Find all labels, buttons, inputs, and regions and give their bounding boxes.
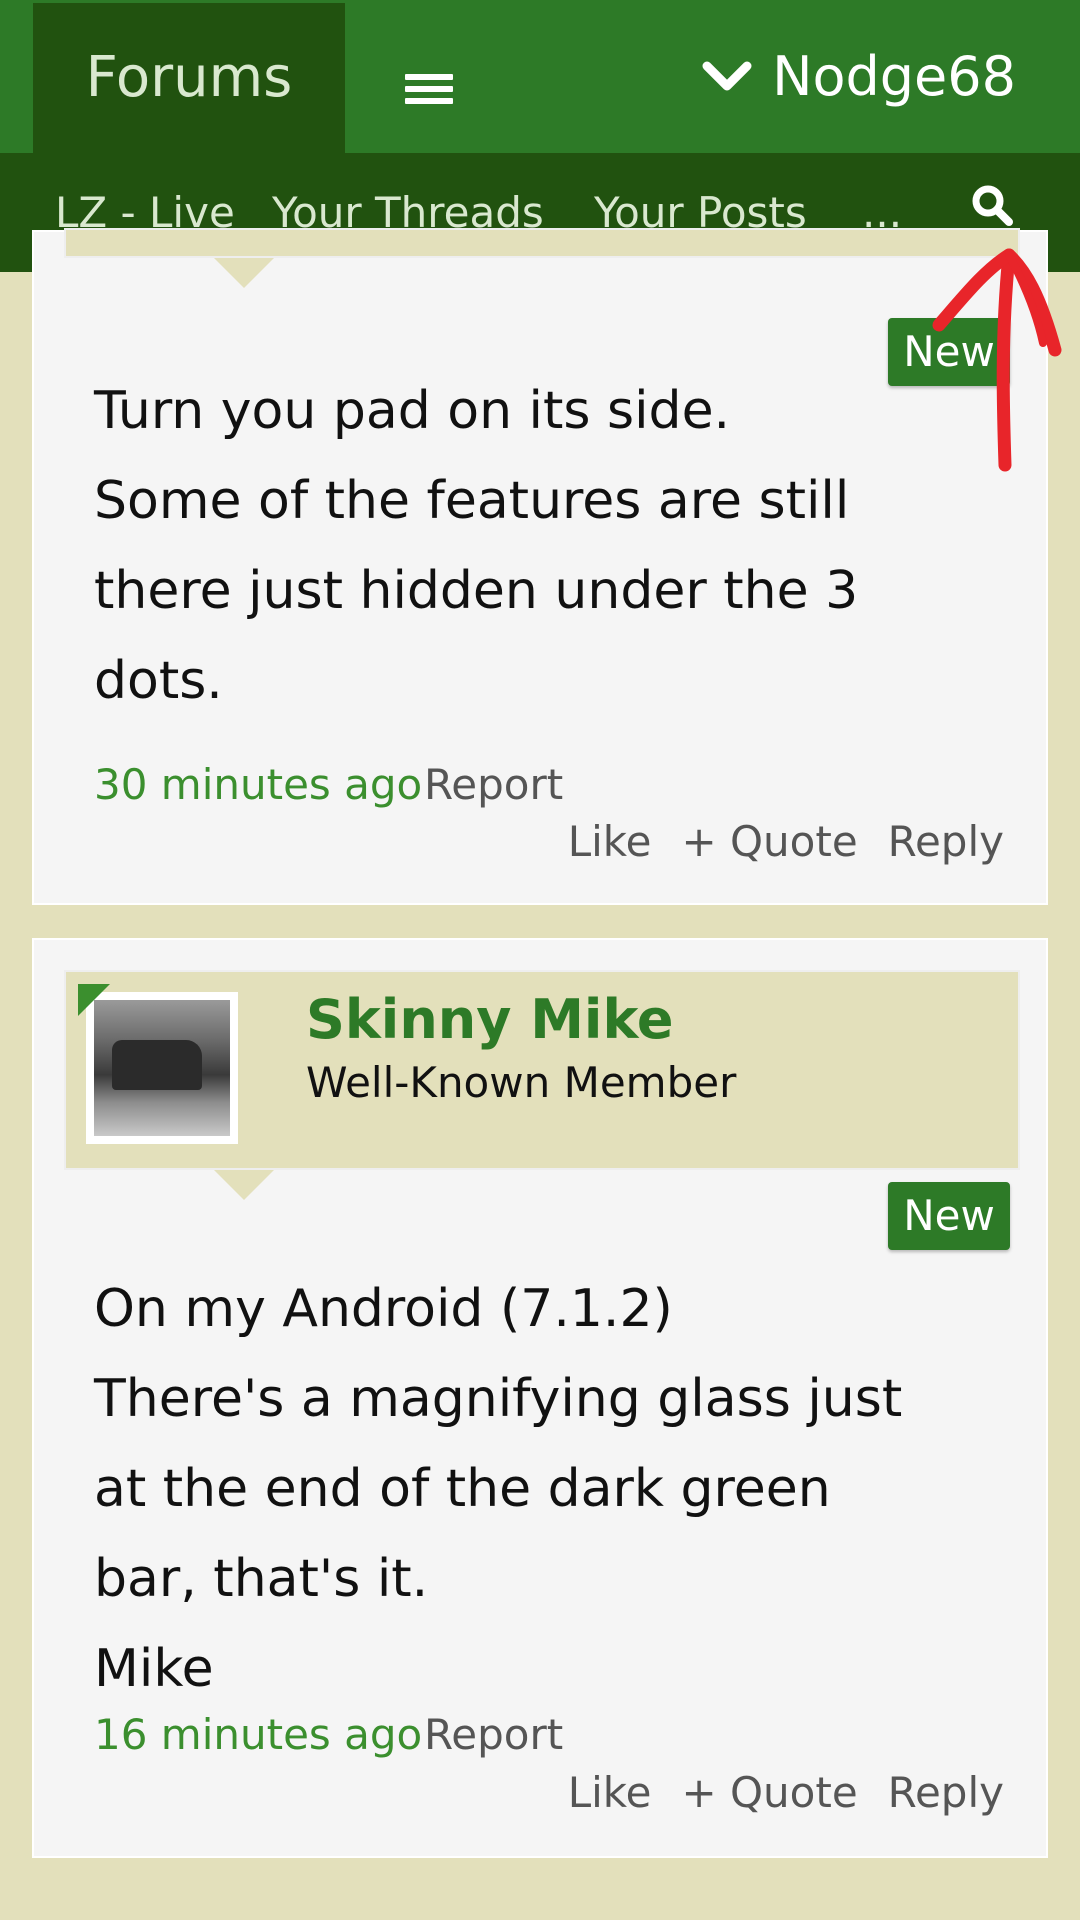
reply-link[interactable]: Reply (888, 1768, 1004, 1817)
search-icon[interactable] (970, 183, 1014, 227)
author-name[interactable]: Skinny Mike (306, 988, 674, 1051)
userbar-pointer (214, 1170, 274, 1200)
new-badge: New (888, 1182, 1010, 1250)
user-info-bar: Skinny Mike Well-Known Member (64, 970, 1020, 1170)
post-message: Turn you pad on its side. Some of the fe… (94, 366, 914, 726)
username-label: Nodge68 (772, 45, 1016, 108)
message-line: at the end of the dark green (94, 1459, 831, 1519)
message-line: Mike (94, 1639, 214, 1699)
post-timestamp[interactable]: 30 minutes ago (94, 760, 422, 809)
message-line: there just hidden under the 3 (94, 561, 859, 621)
author-title: Well-Known Member (306, 1058, 737, 1107)
report-link[interactable]: Report (424, 760, 563, 809)
annotation-arrow-icon (932, 248, 1062, 472)
user-info-bar (64, 228, 1020, 258)
post-card: Skinny Mike Well-Known Member New On my … (32, 938, 1048, 1858)
quote-link[interactable]: + Quote (681, 1768, 857, 1817)
message-line: bar, that's it. (94, 1549, 429, 1609)
chevron-down-icon (702, 61, 752, 90)
post-timestamp[interactable]: 16 minutes ago (94, 1710, 422, 1759)
like-link[interactable]: Like (568, 1768, 652, 1817)
top-header: Forums Nodge68 (0, 0, 1080, 153)
post-actions: Like + Quote Reply (538, 1768, 1004, 1817)
user-menu[interactable]: Nodge68 (702, 0, 1016, 153)
forums-tab[interactable]: Forums (33, 3, 345, 153)
userbar-pointer (214, 258, 274, 288)
post-card: New Turn you pad on its side. Some of th… (32, 228, 1048, 905)
message-line: There's a magnifying glass just (94, 1369, 903, 1429)
report-link[interactable]: Report (424, 1710, 563, 1759)
message-line: On my Android (7.1.2) (94, 1279, 673, 1339)
quote-link[interactable]: + Quote (681, 817, 857, 866)
message-line: Turn you pad on its side. (94, 381, 731, 441)
reply-link[interactable]: Reply (888, 817, 1004, 866)
like-link[interactable]: Like (568, 817, 652, 866)
online-indicator (78, 984, 110, 1016)
message-line: dots. (94, 651, 223, 711)
avatar-image (94, 1000, 230, 1136)
hamburger-icon[interactable] (405, 74, 453, 106)
post-actions: Like + Quote Reply (538, 817, 1004, 866)
message-line: Some of the features are still (94, 471, 850, 531)
post-message: On my Android (7.1.2) There's a magnifyi… (94, 1264, 914, 1714)
